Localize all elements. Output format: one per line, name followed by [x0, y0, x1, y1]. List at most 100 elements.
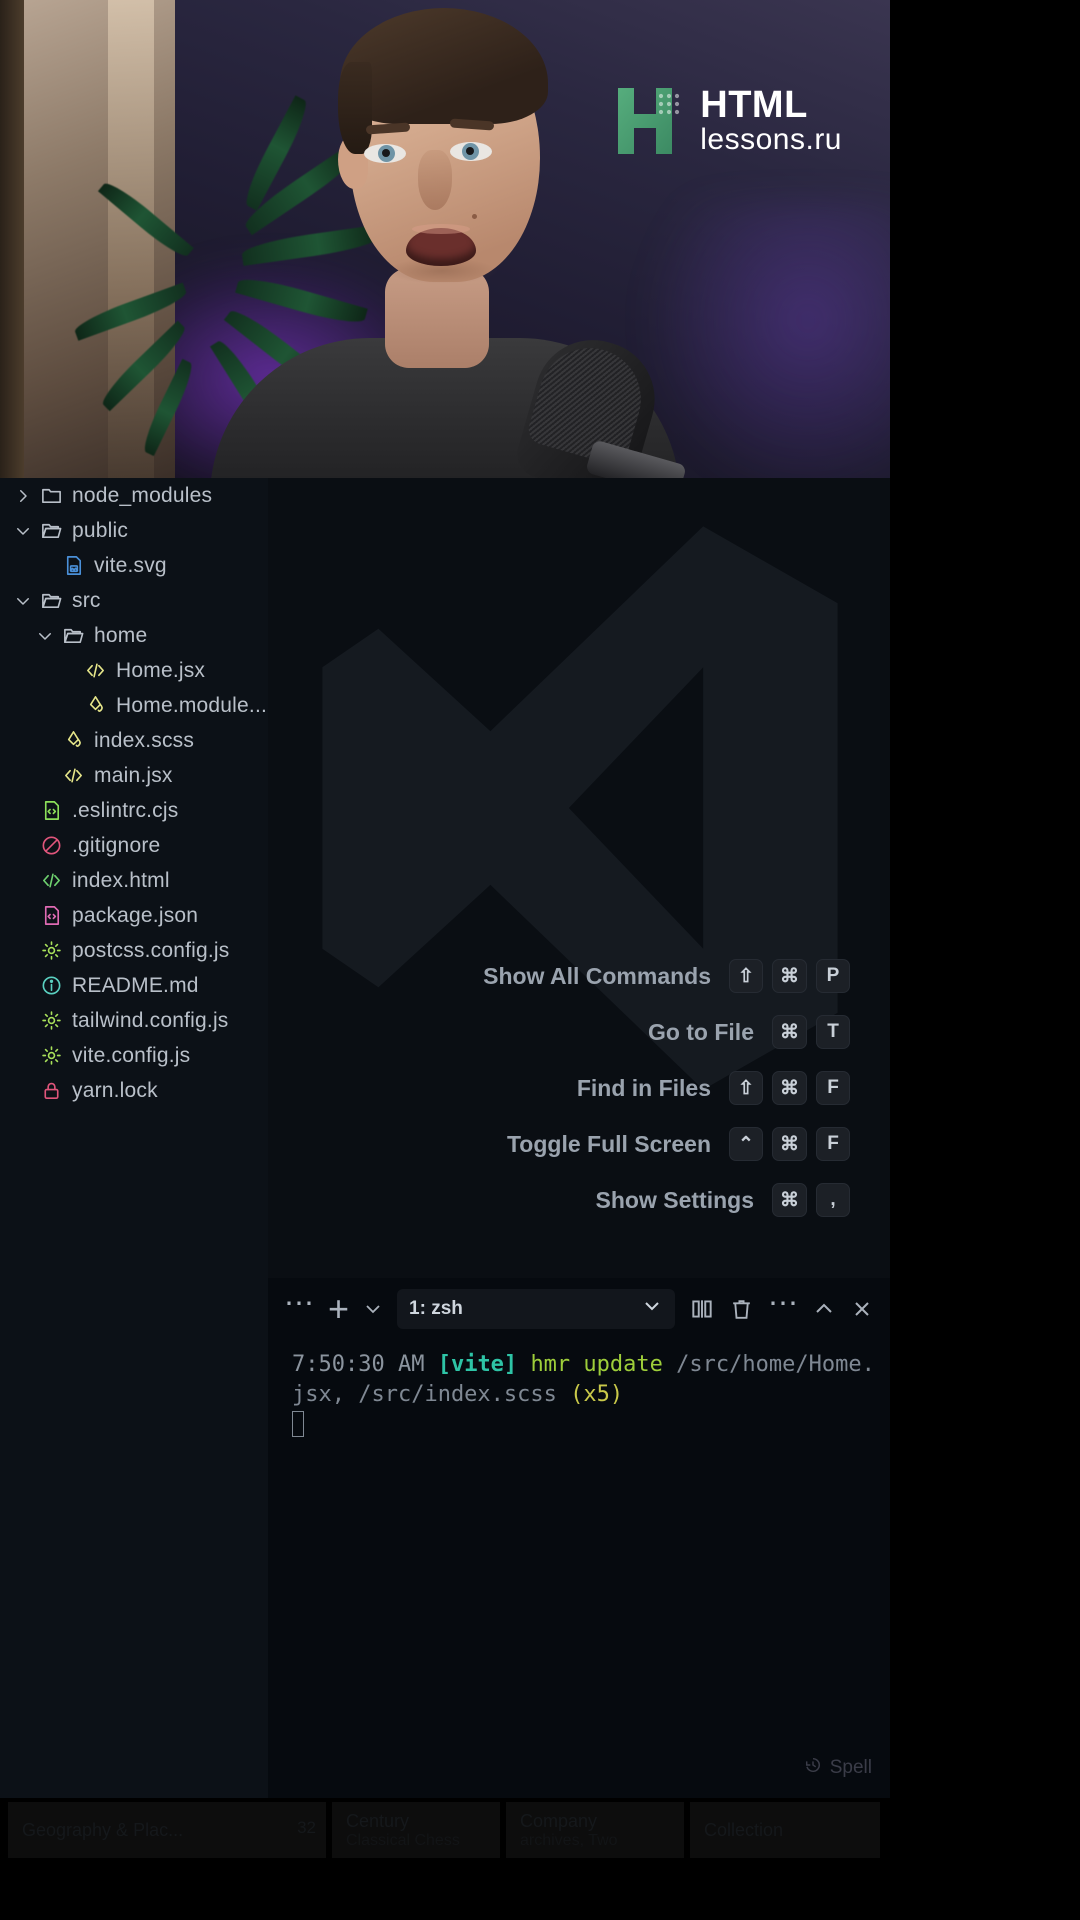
shortcut-key: ⌘ — [772, 1183, 807, 1217]
split-editor-icon[interactable] — [689, 1296, 715, 1322]
bottom-strip-cell[interactable]: Century Classical Chess — [332, 1802, 500, 1858]
file-explorer[interactable]: node_modulespublic vite.svg src home Home.js… — [0, 478, 268, 1798]
explorer-file-row[interactable]: .gitignore — [0, 828, 268, 863]
explorer-file-row[interactable]: vite.svg — [0, 548, 268, 583]
shortcut-row[interactable]: Show All Commands ⇧ ⌘ P — [330, 948, 850, 1004]
terminal-shell-select[interactable]: 1: zsh — [397, 1289, 675, 1329]
chevron-right-icon[interactable] — [10, 487, 36, 505]
presenter-upper-lip — [412, 224, 470, 234]
shortcut-row[interactable]: Show Settings ⌘, — [330, 1172, 850, 1228]
explorer-file-row[interactable]: package.json — [0, 898, 268, 933]
door-frame — [0, 0, 24, 478]
shortcut-row[interactable]: Go to File ⌘ T — [330, 1004, 850, 1060]
no-entry-icon — [36, 834, 66, 857]
explorer-item-label: index.scss — [94, 728, 195, 752]
explorer-folder-row[interactable]: home — [0, 618, 268, 653]
explorer-file-row[interactable]: Home.module... — [0, 688, 268, 723]
bottom-cell-subtitle: Classical Chess — [346, 1831, 460, 1849]
json-doc-icon — [36, 904, 66, 927]
explorer-item-label: .eslintrc.cjs — [72, 798, 179, 822]
shortcut-label: Find in Files — [576, 1074, 711, 1101]
shortcut-key: ⌘ — [772, 1127, 807, 1161]
terminal-more-left-button[interactable]: ⋯ — [284, 1289, 314, 1319]
gear-icon — [36, 1009, 66, 1032]
door-strip — [108, 0, 154, 478]
explorer-folder-row[interactable]: public — [0, 513, 268, 548]
explorer-item-label: yarn.lock — [72, 1078, 158, 1102]
shortcut-row[interactable]: Toggle Full Screen ⌃ ⌘ F — [330, 1116, 850, 1172]
sass-ink-icon — [58, 729, 88, 752]
explorer-file-row[interactable]: yarn.lock — [0, 1073, 268, 1108]
explorer-item-label: Home.module... — [116, 693, 268, 717]
bottom-cell-title: Collection — [704, 1819, 784, 1840]
terminal-new-button[interactable]: + — [328, 1291, 349, 1326]
welcome-shortcuts-list: Show All Commands ⇧ ⌘ P Go to File ⌘ T Find in … — [330, 948, 850, 1228]
bottom-strip-cell[interactable]: Company archives, Two — [506, 1802, 684, 1858]
explorer-file-row[interactable]: tailwind.config.js — [0, 1003, 268, 1038]
explorer-item-label: node_modules — [72, 483, 213, 507]
bottom-strip-cell[interactable]: Geography & Plac... 32 — [8, 1802, 326, 1858]
shortcut-key: ⌘ — [772, 959, 807, 993]
trash-icon[interactable] — [729, 1297, 754, 1322]
code-tag-icon — [58, 764, 88, 787]
explorer-item-label: index.html — [72, 868, 170, 892]
terminal-message: hmr update — [530, 1352, 663, 1377]
bottom-cell-title: Century — [346, 1810, 410, 1831]
bottom-cell-number: 32 — [297, 1818, 316, 1837]
background-wall-left — [0, 0, 175, 478]
shortcut-label: Show All Commands — [483, 962, 711, 989]
chevron-up-icon[interactable] — [812, 1297, 836, 1321]
webcam-overlay: HTML lessons.ru — [0, 0, 890, 478]
watermark: HTML lessons.ru — [612, 84, 842, 158]
explorer-file-row[interactable]: .eslintrc.cjs — [0, 793, 268, 828]
chevron-down-icon[interactable] — [32, 627, 58, 645]
terminal-count: (x5) — [570, 1382, 624, 1408]
terminal-panel: ⋯ + 1: zsh ⋯ 7:50:30 AM [vite] hmr updat… — [268, 1278, 890, 1798]
code-tag-icon — [36, 869, 66, 892]
explorer-file-row[interactable]: index.scss — [0, 723, 268, 758]
explorer-folder-row[interactable]: node_modules — [0, 478, 268, 513]
explorer-item-label: public — [72, 518, 129, 542]
bottom-strip-cell[interactable]: Collection — [690, 1802, 880, 1858]
explorer-item-label: main.jsx — [94, 763, 173, 787]
folder-open-icon — [58, 624, 88, 647]
explorer-item-label: postcss.config.js — [72, 938, 230, 962]
gear-icon — [36, 1044, 66, 1067]
terminal-caret — [292, 1410, 304, 1437]
explorer-file-row[interactable]: index.html — [0, 863, 268, 898]
explorer-file-row[interactable]: README.md — [0, 968, 268, 1003]
shortcut-key: T — [816, 1015, 850, 1049]
bottom-cell-title: Company — [520, 1810, 598, 1831]
explorer-item-label: vite.svg — [94, 553, 167, 577]
code-tag-icon — [80, 659, 110, 682]
terminal-tag: [vite] — [437, 1352, 518, 1377]
explorer-item-label: package.json — [72, 903, 199, 927]
explorer-file-row[interactable]: Home.jsx — [0, 653, 268, 688]
shortcut-key: ⌘ — [772, 1071, 807, 1105]
info-circle-icon — [36, 974, 66, 997]
watermark-text: HTML lessons.ru — [700, 86, 842, 155]
terminal-timestamp: 7:50:30 AM — [292, 1352, 425, 1377]
explorer-file-row[interactable]: main.jsx — [0, 758, 268, 793]
shortcut-label: Go to File — [647, 1018, 754, 1045]
explorer-file-row[interactable]: vite.config.js — [0, 1038, 268, 1073]
terminal-more-right-button[interactable]: ⋯ — [768, 1289, 798, 1319]
close-icon[interactable] — [850, 1297, 874, 1321]
terminal-new-dropdown-icon[interactable] — [363, 1299, 383, 1319]
explorer-file-row[interactable]: postcss.config.js — [0, 933, 268, 968]
shortcut-row[interactable]: Find in Files ⇧ ⌘ F — [330, 1060, 850, 1116]
explorer-item-label: README.md — [72, 973, 199, 997]
folder-open-icon — [36, 589, 66, 612]
presenter-pupil-left — [382, 149, 390, 157]
chevron-down-icon[interactable] — [10, 522, 36, 540]
explorer-item-label: home — [94, 623, 148, 647]
explorer-item-label: Home.jsx — [116, 658, 206, 682]
status-badge[interactable]: Spell — [804, 1756, 872, 1780]
chevron-down-icon[interactable] — [10, 592, 36, 610]
explorer-item-label: src — [72, 588, 101, 612]
terminal-output[interactable]: 7:50:30 AM [vite] hmr update /src/home/H… — [268, 1340, 890, 1441]
bottom-cell-list: Geography & Plac... 32 Century Classical Ch… — [8, 1802, 882, 1858]
explorer-folder-row[interactable]: src — [0, 583, 268, 618]
folder-closed-icon — [36, 484, 66, 507]
gear-icon — [36, 939, 66, 962]
